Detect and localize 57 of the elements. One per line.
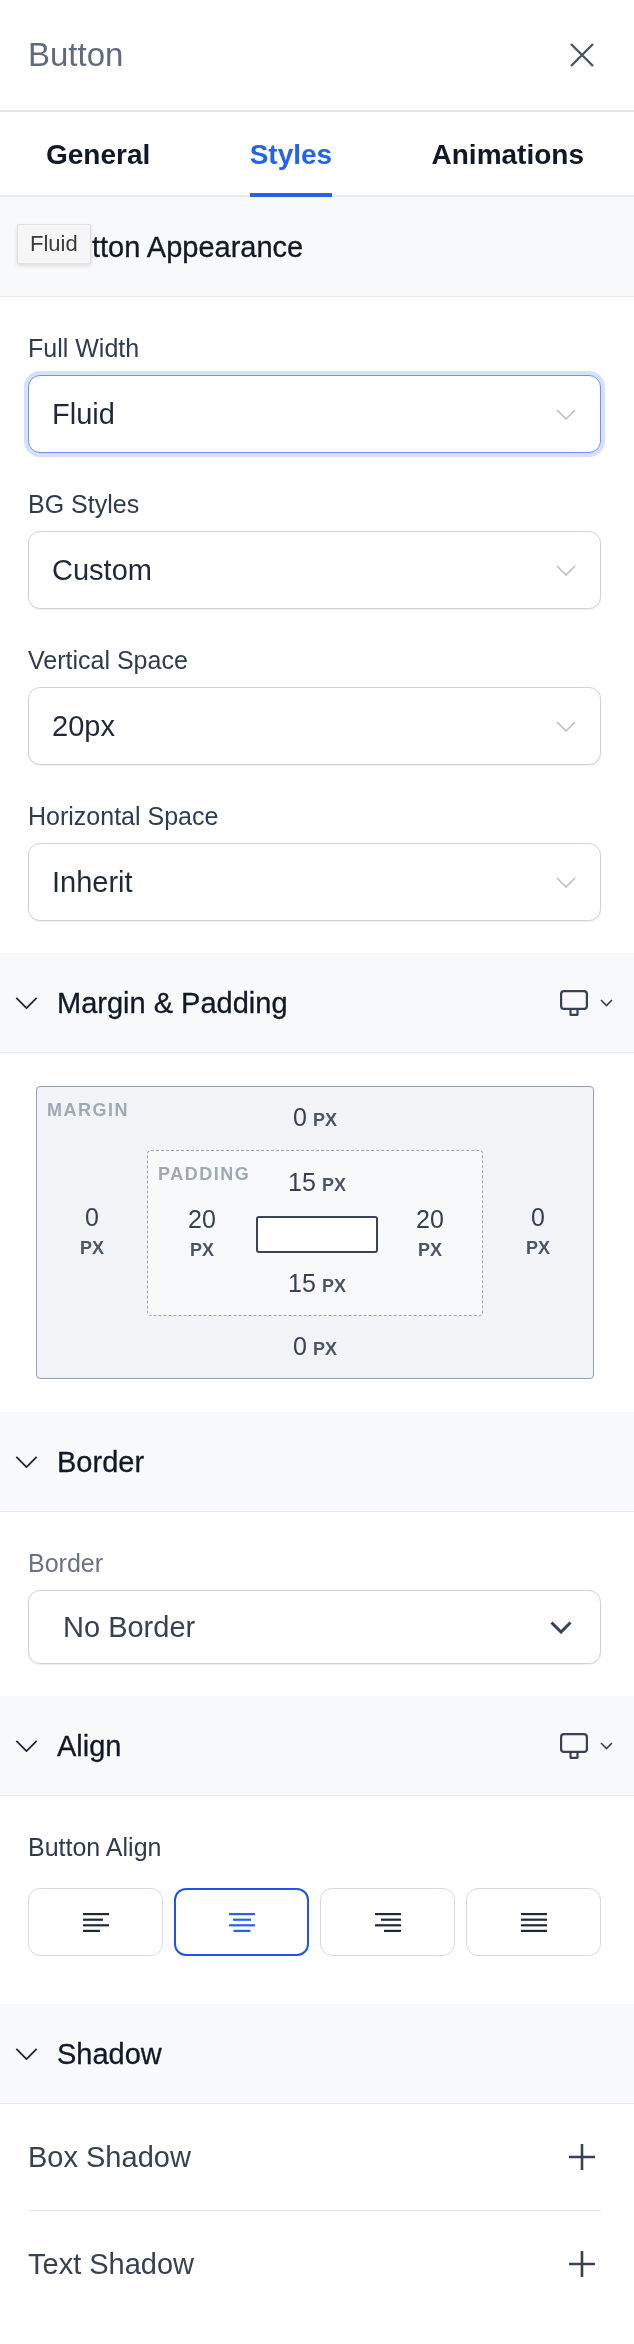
panel-title: Button	[28, 35, 124, 75]
padding-value[interactable]: 20 PX	[188, 1203, 216, 1266]
padding-value[interactable]: 15 PX	[288, 1267, 346, 1301]
align-justify-icon	[520, 1912, 547, 1932]
section-header[interactable]: Border	[0, 1412, 634, 1512]
close-icon[interactable]	[570, 43, 594, 67]
section-header[interactable]: Align	[0, 1696, 634, 1796]
dropdown[interactable]: Custom	[28, 531, 601, 609]
chevron-down-icon	[556, 408, 576, 420]
section-header[interactable]: Margin & Padding	[0, 953, 634, 1053]
field-label: Horizontal Space	[28, 801, 219, 831]
dropdown[interactable]: No Border	[28, 1590, 601, 1664]
plus-icon[interactable]	[569, 2144, 595, 2170]
tab[interactable]: General	[46, 138, 151, 197]
section-title: Shadow	[57, 2036, 162, 2072]
align-right-icon	[374, 1912, 401, 1932]
chevron-down-icon[interactable]	[15, 2047, 38, 2060]
chevron-down-icon	[550, 1620, 572, 1634]
dropdown[interactable]: 20px	[28, 687, 601, 765]
monitor-icon[interactable]	[560, 1732, 588, 1759]
tooltip: Fluid	[17, 224, 91, 264]
chevron-down-icon[interactable]	[15, 1455, 38, 1468]
section-title: Margin & Padding	[57, 985, 288, 1021]
margin-value[interactable]: 0 PX	[80, 1202, 104, 1264]
section-title: Border	[57, 1444, 145, 1480]
chevron-down-icon[interactable]	[15, 996, 38, 1009]
tab[interactable]: Animations	[431, 138, 584, 197]
margin-value[interactable]: 0 PX	[293, 1102, 337, 1135]
dropdown[interactable]: Inherit	[28, 843, 601, 921]
option-label: Text Shadow	[28, 2247, 195, 2282]
padding-value[interactable]: 15 PX	[288, 1167, 346, 1200]
chevron-down-icon	[556, 876, 576, 888]
chevron-down-icon[interactable]	[15, 1739, 38, 1752]
section-title: Align	[57, 1728, 122, 1764]
align-left-icon	[82, 1912, 109, 1932]
padding-value[interactable]: 20 PX	[416, 1203, 444, 1266]
margin-label: MARGIN	[47, 1100, 129, 1120]
section-title: tton Appearance	[92, 229, 304, 265]
chevron-down-icon	[556, 564, 576, 576]
align-button[interactable]	[174, 1888, 309, 1956]
plus-icon[interactable]	[569, 2251, 595, 2277]
field-label: Button Align	[28, 1832, 162, 1862]
caret-icon[interactable]	[600, 998, 613, 1007]
chevron-down-icon	[556, 720, 576, 732]
padding-label: PADDING	[158, 1164, 251, 1184]
margin-value[interactable]: 0 PX	[526, 1202, 550, 1264]
field-label: BG Styles	[28, 489, 140, 519]
margin-value[interactable]: 0 PX	[293, 1330, 337, 1364]
field-label: Border	[28, 1548, 104, 1578]
caret-icon[interactable]	[600, 1741, 613, 1750]
section-header[interactable]: Fluid tton Appearance	[0, 197, 634, 297]
section-header[interactable]: Shadow	[0, 2004, 634, 2104]
field-label: Vertical Space	[28, 645, 188, 675]
monitor-icon[interactable]	[560, 989, 588, 1016]
option-label: Box Shadow	[28, 2140, 191, 2175]
field-label: Full Width	[28, 333, 140, 363]
align-center-icon	[228, 1912, 255, 1932]
